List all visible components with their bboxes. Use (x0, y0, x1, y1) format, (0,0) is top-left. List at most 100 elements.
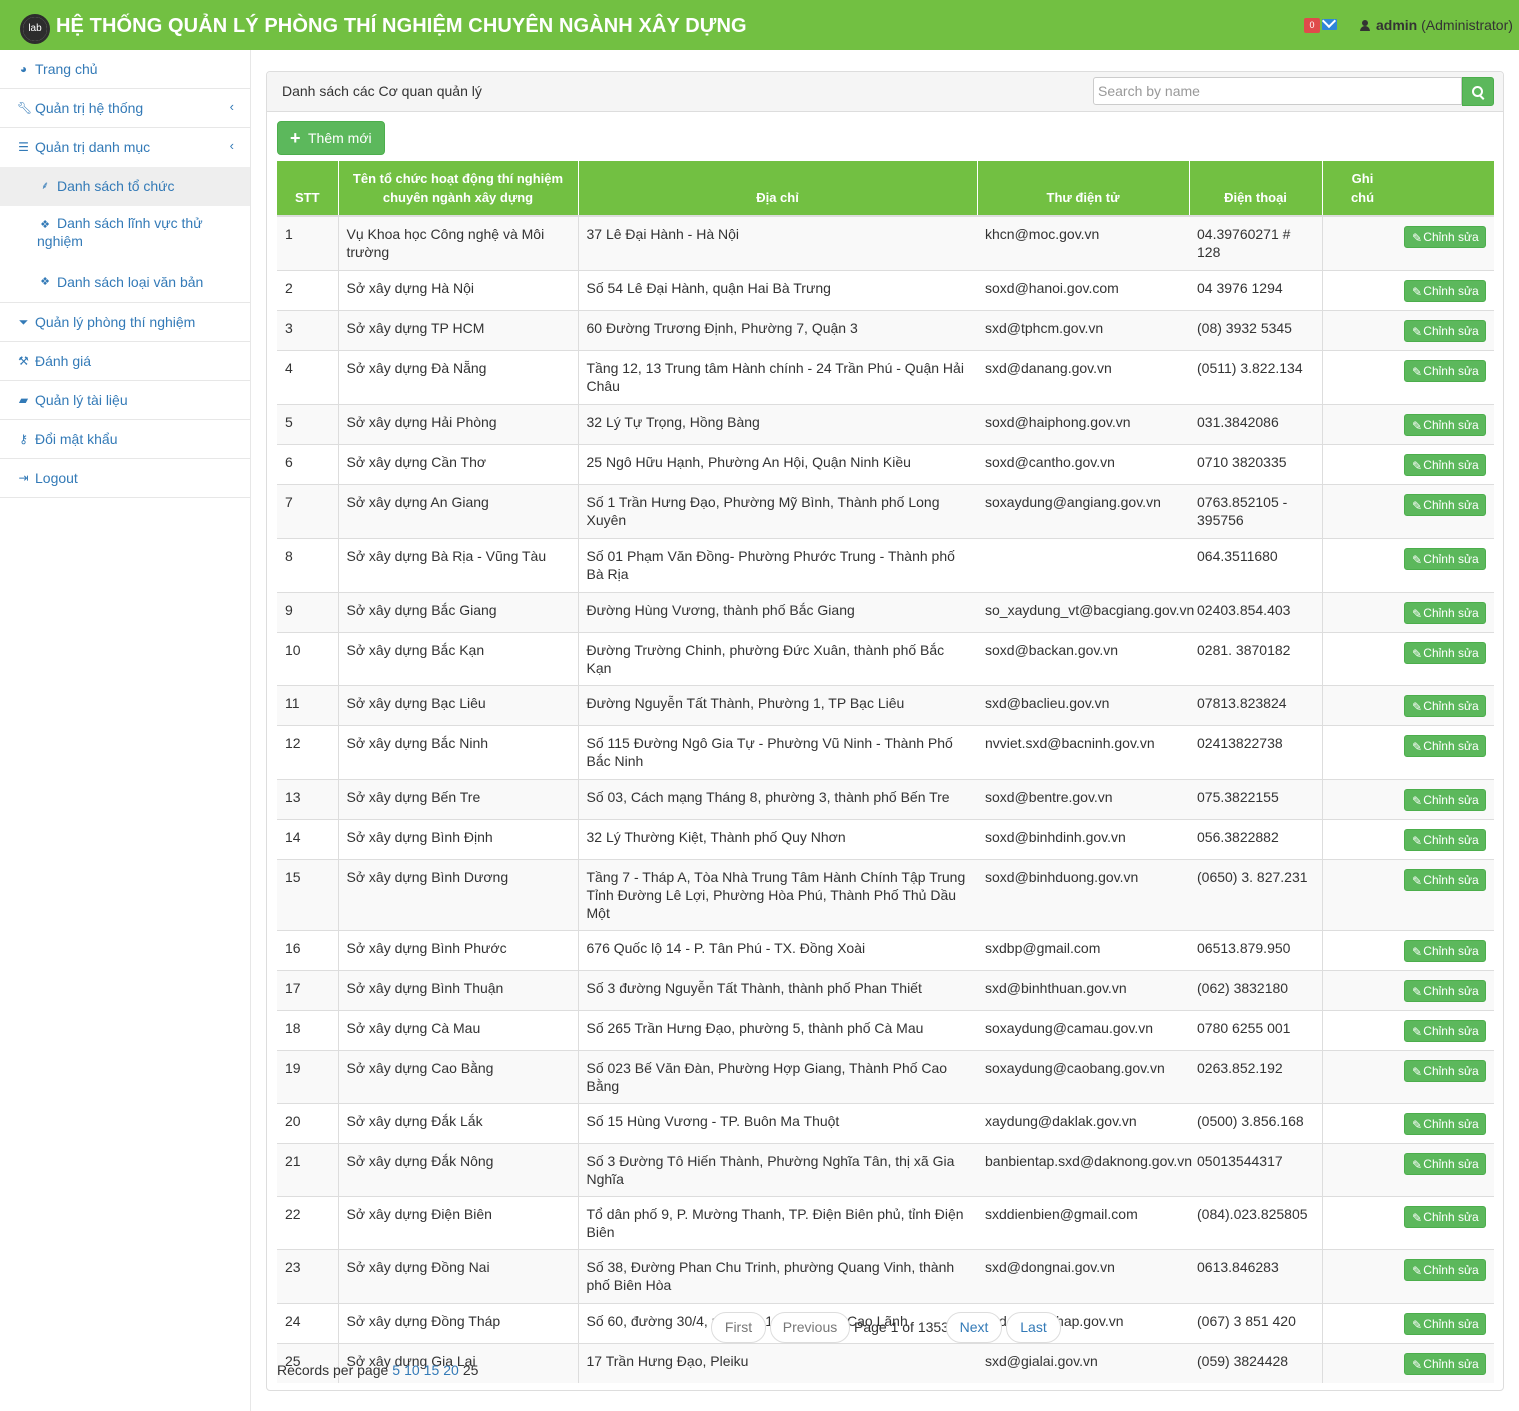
cell-name: Sở xây dựng Bến Tre (338, 778, 579, 819)
pencil-icon: ✎ (1412, 1024, 1423, 1039)
edit-button[interactable]: ✎ Chỉnh sửa (1404, 319, 1486, 342)
per-page-option-10[interactable]: 10 (404, 1362, 420, 1378)
edit-button[interactable]: ✎ Chỉnh sửa (1404, 734, 1486, 757)
panel-title: Danh sách các Cơ quan quản lý (282, 83, 482, 99)
cell-actions: ✎ Chỉnh sửa (1322, 215, 1494, 270)
sidebar-item-label: Trang chủ (35, 61, 98, 77)
cell-actions: ✎ Chỉnh sửa (1322, 269, 1494, 310)
cell-stt: 24 (277, 1302, 339, 1343)
per-page-option-5[interactable]: 5 (392, 1362, 400, 1378)
top-navbar: lab HỆ THỐNG QUẢN LÝ PHÒNG THÍ NGHIỆM CH… (0, 0, 1519, 50)
sidebar-item-logout[interactable]: ⇥ Logout (0, 459, 250, 498)
cell-stt: 3 (277, 309, 339, 350)
app-title[interactable]: HỆ THỐNG QUẢN LÝ PHÒNG THÍ NGHIỆM CHUYÊN… (56, 15, 747, 38)
edit-label: Chỉnh sửa (1423, 645, 1479, 660)
cell-email: sxdbp@gmail.com (977, 929, 1189, 970)
wrench-icon: 🔧︎ (17, 101, 33, 115)
cell-actions: ✎ Chỉnh sửa (1322, 969, 1494, 1010)
edit-button[interactable]: ✎ Chỉnh sửa (1404, 1019, 1486, 1042)
cell-name: Sở xây dựng Bình Định (338, 818, 579, 859)
plus-icon: + (290, 128, 301, 148)
per-page-option-20[interactable]: 20 (443, 1362, 459, 1378)
pencil-icon: ✎ (1412, 1263, 1423, 1278)
cell-address: Số 115 Đường Ngô Gia Tự - Phường Vũ Ninh… (578, 724, 977, 779)
folder-icon: ▰ (18, 393, 29, 407)
cell-phone: 07813.823824 (1189, 684, 1323, 725)
pencil-icon: ✎ (1412, 1210, 1423, 1225)
pencil-icon: ✎ (1412, 498, 1423, 513)
cell-actions: ✎ Chỉnh sửa (1322, 929, 1494, 970)
edit-button[interactable]: ✎ Chỉnh sửa (1404, 547, 1486, 570)
table-row: 10 Sở xây dựng Bắc Kạn Đường Trường Chinh,… (277, 631, 1494, 685)
cell-address: Số 15 Hùng Vương - TP. Buôn Ma Thuột (578, 1102, 977, 1143)
sitemap-icon: ⸙ (40, 180, 50, 192)
envelope-icon[interactable] (1322, 19, 1337, 30)
add-new-button[interactable]: + Thêm mới (277, 121, 385, 155)
cell-address: Số 01 Phạm Văn Đồng- Phường Phước Trung … (578, 537, 977, 592)
previous-page-button[interactable]: Previous (770, 1312, 850, 1343)
edit-label: Chỉnh sửa (1423, 323, 1479, 338)
sidebar-item-system-admin[interactable]: 🔧︎ Quản trị hệ thống ‹ (0, 89, 250, 128)
column-header-phone[interactable]: Điện thoại (1189, 161, 1323, 216)
pencil-icon: ✎ (1412, 364, 1423, 379)
edit-label: Chỉnh sửa (1423, 551, 1479, 566)
cell-stt: 23 (277, 1248, 339, 1303)
edit-button[interactable]: ✎ Chỉnh sửa (1404, 1059, 1486, 1082)
edit-button[interactable]: ✎ Chỉnh sửa (1404, 413, 1486, 436)
last-page-button[interactable]: Last (1006, 1312, 1061, 1343)
sidebar-item-lab-management[interactable]: ⏷ Quản lý phòng thí nghiệm (0, 303, 250, 342)
sidebar-item-test-fields[interactable]: ❖ Danh sách lĩnh vực thử nghiệm (0, 206, 250, 263)
cell-phone: 06513.879.950 (1189, 929, 1323, 970)
cell-actions: ✎ Chỉnh sửa (1322, 403, 1494, 444)
column-header-note[interactable]: Ghi chú (1322, 161, 1494, 216)
edit-button[interactable]: ✎ Chỉnh sửa (1404, 601, 1486, 624)
search-button[interactable] (1462, 77, 1494, 106)
column-header-name[interactable]: Tên tổ chức hoạt động thí nghiệm chuyên … (338, 161, 579, 216)
sidebar-item-change-password[interactable]: ⚷ Đổi mật khẩu (0, 420, 250, 459)
sidebar-item-catalog-admin[interactable]: ☰ Quản trị danh mục ‹ (0, 128, 250, 167)
sidebar-item-evaluation[interactable]: ⚒ Đánh giá (0, 342, 250, 381)
table-row: 15 Sở xây dựng Bình Dương Tầng 7 - Tháp A,… (277, 858, 1494, 930)
edit-button[interactable]: ✎ Chỉnh sửa (1404, 694, 1486, 717)
sidebar-item-home[interactable]: ◕ Trang chủ (0, 50, 250, 89)
edit-button[interactable]: ✎ Chỉnh sửa (1404, 979, 1486, 1002)
edit-button[interactable]: ✎ Chỉnh sửa (1404, 493, 1486, 516)
pencil-icon: ✎ (1412, 606, 1423, 621)
edit-button[interactable]: ✎ Chỉnh sửa (1404, 279, 1486, 302)
edit-button[interactable]: ✎ Chỉnh sửa (1404, 1258, 1486, 1281)
edit-button[interactable]: ✎ Chỉnh sửa (1404, 453, 1486, 476)
cell-email: soxaydung@angiang.gov.vn (977, 483, 1189, 538)
edit-button[interactable]: ✎ Chỉnh sửa (1404, 939, 1486, 962)
edit-button[interactable]: ✎ Chỉnh sửa (1404, 1112, 1486, 1135)
edit-button[interactable]: ✎ Chỉnh sửa (1404, 788, 1486, 811)
cell-email: soxd@binhdinh.gov.vn (977, 818, 1189, 859)
edit-button[interactable]: ✎ Chỉnh sửa (1404, 226, 1486, 248)
edit-button[interactable]: ✎ Chỉnh sửa (1404, 1205, 1486, 1228)
column-header-address[interactable]: Địa chỉ (578, 161, 978, 216)
edit-button[interactable]: ✎ Chỉnh sửa (1404, 359, 1486, 382)
next-page-button[interactable]: Next (946, 1312, 1002, 1343)
edit-button[interactable]: ✎ Chỉnh sửa (1404, 641, 1486, 664)
notification-badge[interactable]: 0 (1304, 18, 1320, 33)
filter-icon: ⏷ (18, 315, 29, 329)
per-page-option-15[interactable]: 15 (424, 1362, 440, 1378)
gavel-icon: ⚒ (18, 354, 29, 368)
column-header-email[interactable]: Thư điện tử (977, 161, 1190, 216)
edit-button[interactable]: ✎ Chỉnh sửa (1404, 1352, 1486, 1375)
cell-address: 676 Quốc lộ 14 - P. Tân Phú - TX. Đồng X… (578, 929, 977, 970)
edit-label: Chỉnh sửa (1423, 1156, 1479, 1171)
first-page-button[interactable]: First (711, 1312, 766, 1343)
lab-logo-icon[interactable]: lab (20, 14, 50, 44)
edit-label: Chỉnh sửa (1423, 230, 1479, 244)
column-header-stt[interactable]: STT (277, 161, 339, 216)
edit-button[interactable]: ✎ Chỉnh sửa (1404, 828, 1486, 851)
sidebar-item-documents[interactable]: ▰ Quản lý tài liệu (0, 381, 250, 420)
edit-button[interactable]: ✎ Chỉnh sửa (1404, 1152, 1486, 1175)
sidebar-item-document-types[interactable]: ❖ Danh sách loại văn bản (0, 263, 250, 302)
search-input[interactable] (1093, 77, 1462, 105)
sidebar-item-organizations[interactable]: ⸙ Danh sách tổ chức (0, 167, 250, 206)
edit-button[interactable]: ✎ Chỉnh sửa (1404, 868, 1486, 891)
edit-button[interactable]: ✎ Chỉnh sửa (1404, 1312, 1486, 1335)
user-menu[interactable]: admin (Administrator) (1360, 17, 1513, 33)
cell-email: soxaydung@caobang.gov.vn (977, 1049, 1189, 1103)
